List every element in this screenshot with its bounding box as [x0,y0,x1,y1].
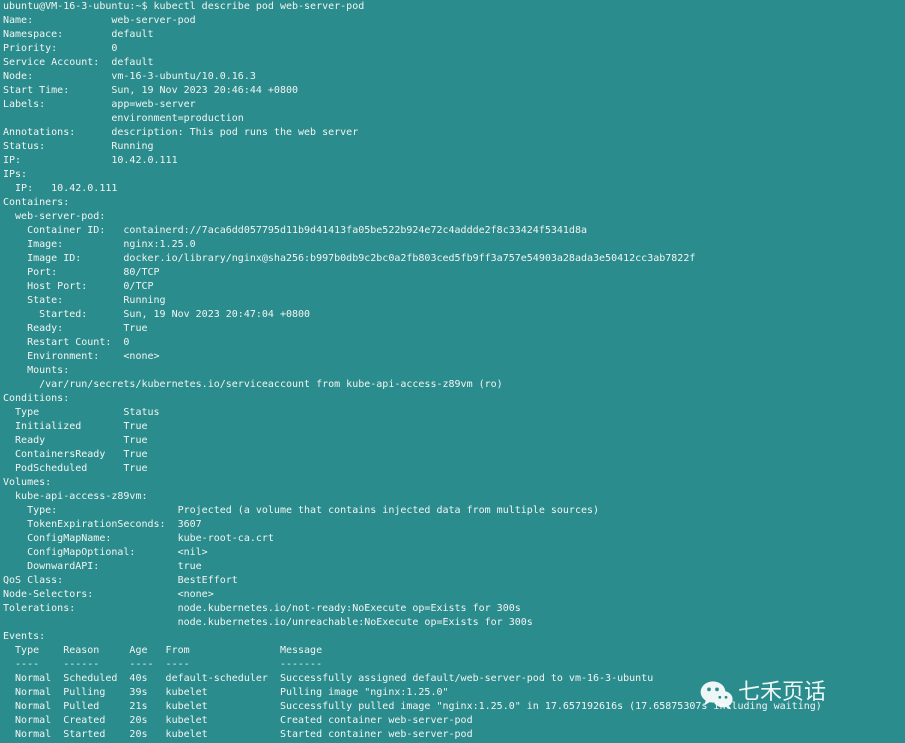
terminal-line: PodScheduled True [3,463,148,474]
terminal-line: Type Status [3,407,160,418]
terminal-line: Service Account: default [3,57,154,68]
terminal-line: Conditions: [3,393,70,404]
terminal-line: /var/run/secrets/kubernetes.io/serviceac… [3,379,503,390]
terminal-line: IP: 10.42.0.111 [3,155,178,166]
terminal-line: DownwardAPI: true [3,561,202,572]
terminal-line: Normal Pulling 39s kubelet Pulling image… [3,687,449,698]
terminal-line: QoS Class: BestEffort [3,575,238,586]
terminal-line: Normal Created 20s kubelet Created conta… [3,715,473,726]
terminal-line: ContainersReady True [3,449,148,460]
terminal-line: Port: 80/TCP [3,267,160,278]
terminal-line: web-server-pod: [3,211,106,222]
terminal-line: Restart Count: 0 [3,337,130,348]
terminal-line: Priority: 0 [3,43,118,54]
terminal-line: node.kubernetes.io/unreachable:NoExecute… [3,617,533,628]
terminal-line: Node: vm-16-3-ubuntu/10.0.16.3 [3,71,256,82]
terminal-line: Name: web-server-pod [3,15,196,26]
terminal-line: Normal Scheduled 40s default-scheduler S… [3,673,654,684]
terminal-line: Status: Running [3,141,154,152]
terminal-line: Ready: True [3,323,148,334]
terminal-output: ubuntu@VM-16-3-ubuntu:~$ kubectl describ… [3,0,903,742]
terminal-line: Tolerations: node.kubernetes.io/not-read… [3,603,521,614]
terminal-line: Ready True [3,435,148,446]
terminal-window[interactable]: ubuntu@VM-16-3-ubuntu:~$ kubectl describ… [0,0,905,743]
terminal-line: Namespace: default [3,29,154,40]
terminal-line: IP: 10.42.0.111 [3,183,118,194]
terminal-line: Containers: [3,197,70,208]
terminal-line: Events: [3,631,46,642]
terminal-line: Environment: <none> [3,351,160,362]
terminal-line: Labels: app=web-server [3,99,196,110]
terminal-line: State: Running [3,295,166,306]
terminal-line: Image ID: docker.io/library/nginx@sha256… [3,253,696,264]
terminal-line: Start Time: Sun, 19 Nov 2023 20:46:44 +0… [3,85,299,96]
terminal-line: Normal Pulled 21s kubelet Successfully p… [3,701,822,712]
terminal-line: Container ID: containerd://7aca6dd057795… [3,225,587,236]
terminal-line: Initialized True [3,421,148,432]
terminal-line: ---- ------ ---- ---- ------- [3,659,323,670]
terminal-line: kube-api-access-z89vm: [3,491,148,502]
terminal-line: ConfigMapOptional: <nil> [3,547,208,558]
terminal-line: IPs: [3,169,28,180]
terminal-line: Volumes: [3,477,52,488]
terminal-line: Annotations: description: This pod runs … [3,127,359,138]
terminal-line: Type Reason Age From Message [3,645,323,656]
terminal-line: Normal Started 20s kubelet Started conta… [3,729,473,740]
terminal-line: ConfigMapName: kube-root-ca.crt [3,533,274,544]
terminal-line: Node-Selectors: <none> [3,589,214,600]
terminal-line: Image: nginx:1.25.0 [3,239,196,250]
terminal-line: Mounts: [3,365,70,376]
terminal-line: Type: Projected (a volume that contains … [3,505,600,516]
terminal-line: ubuntu@VM-16-3-ubuntu:~$ kubectl describ… [3,1,365,12]
terminal-line: TokenExpirationSeconds: 3607 [3,519,202,530]
terminal-line: Host Port: 0/TCP [3,281,154,292]
terminal-line: environment=production [3,113,244,124]
terminal-line: Started: Sun, 19 Nov 2023 20:47:04 +0800 [3,309,311,320]
